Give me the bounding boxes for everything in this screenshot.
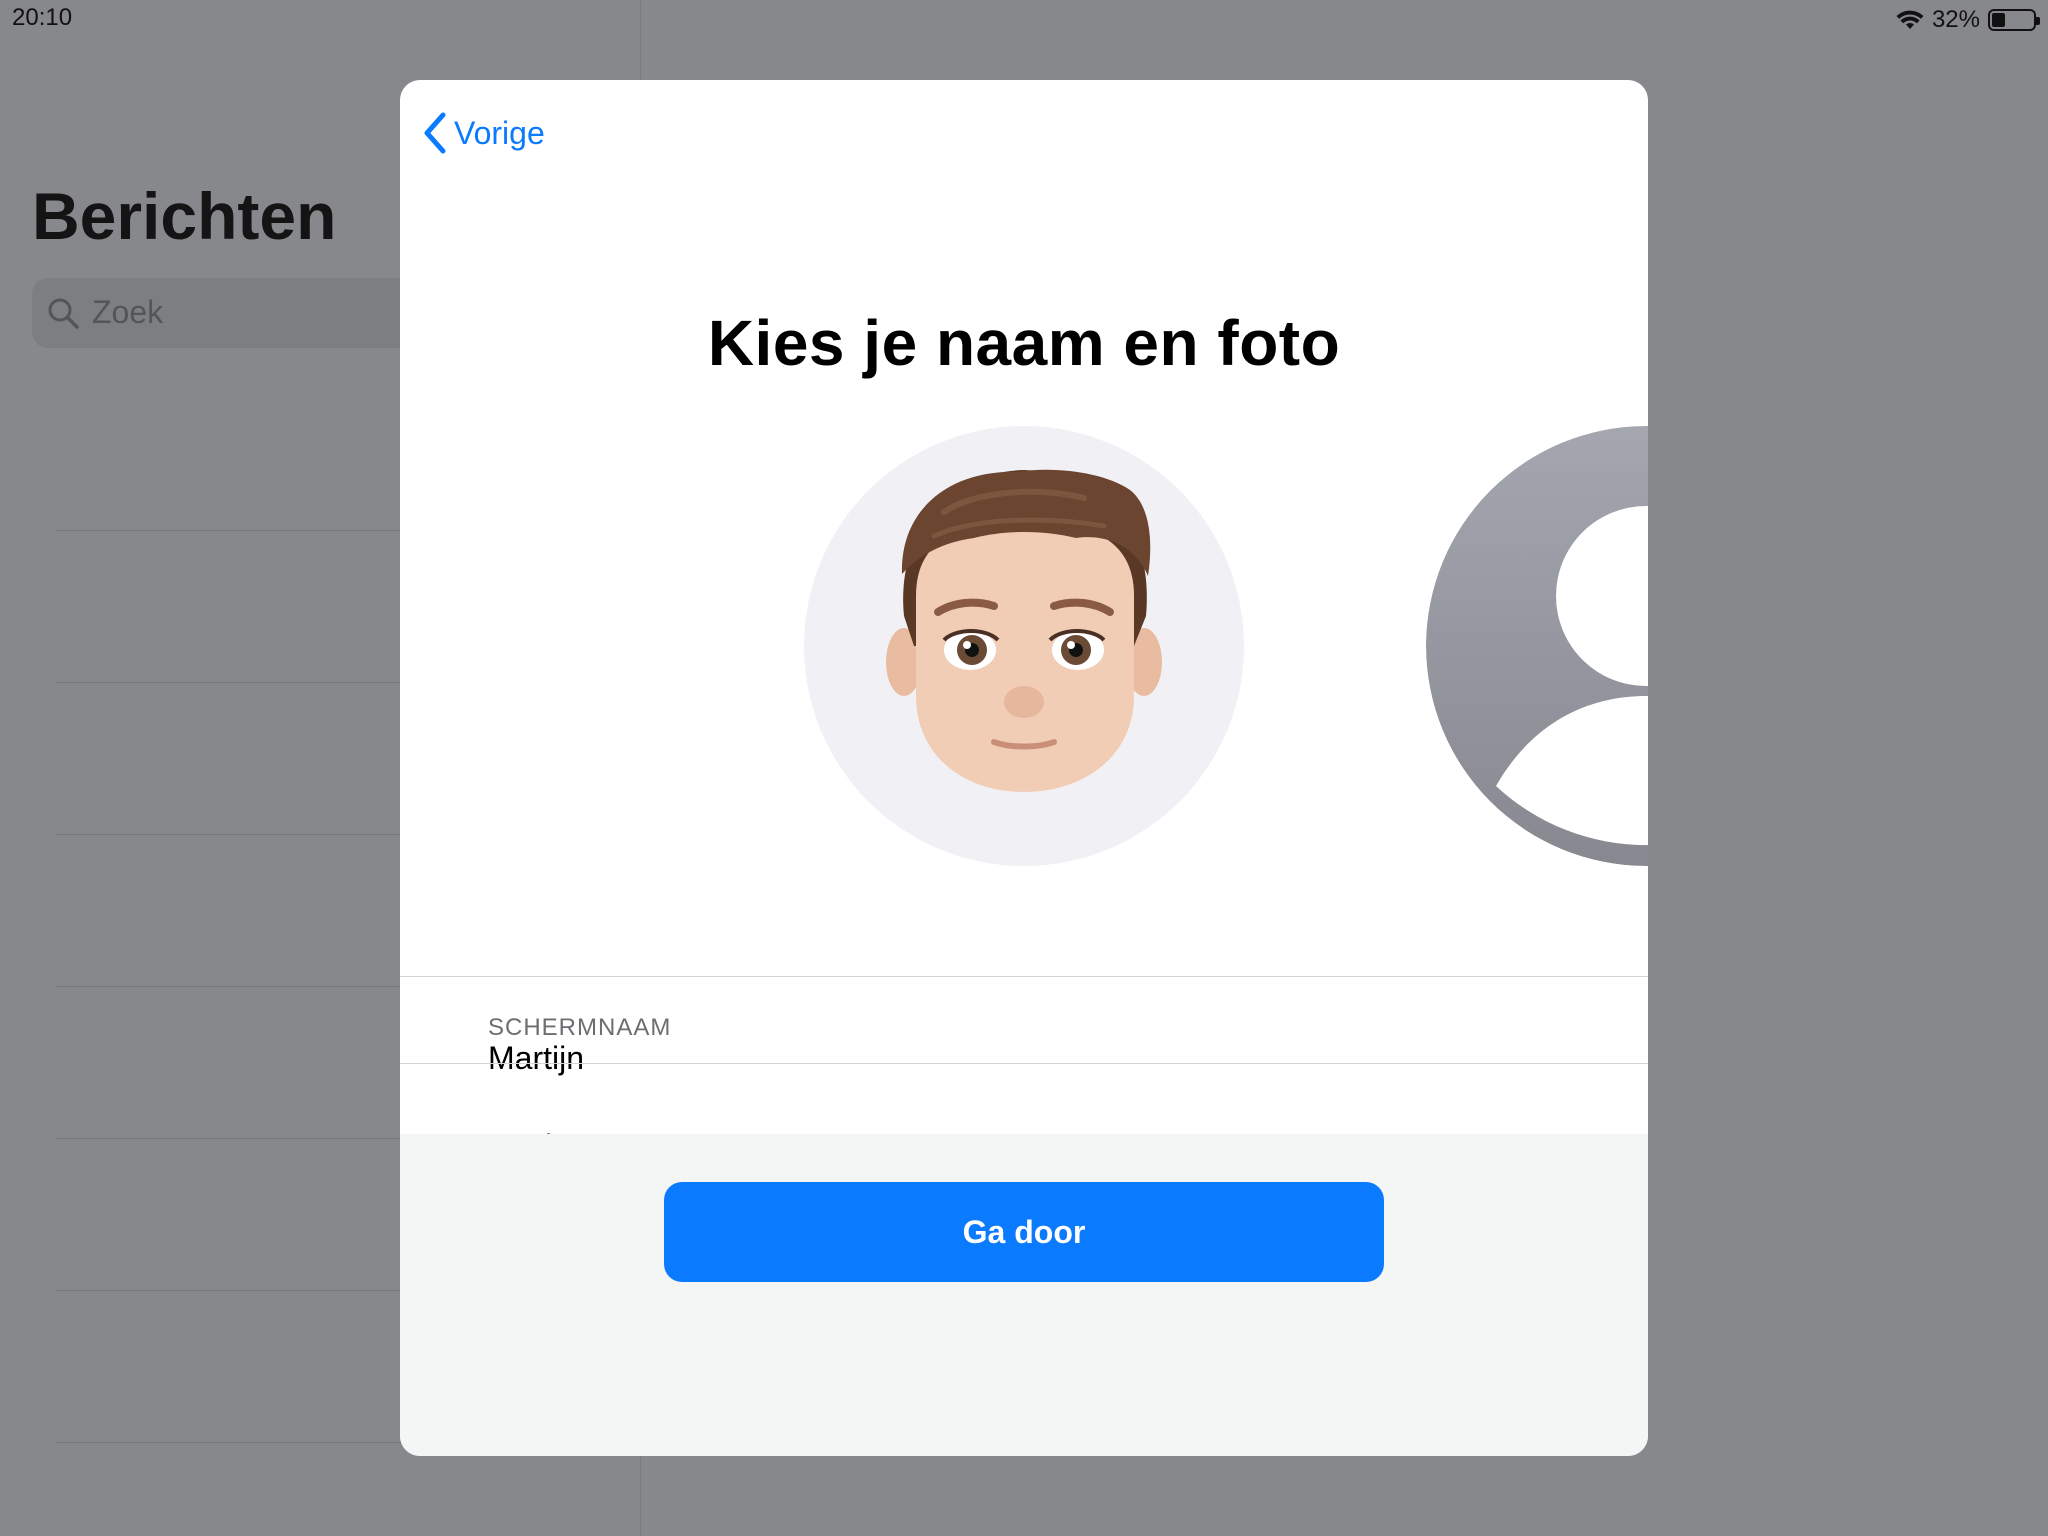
bottom-button-panel: Ga door <box>400 1134 1648 1456</box>
wifi-icon <box>1896 10 1924 29</box>
field-separator <box>400 976 1648 977</box>
battery-icon <box>1988 9 2040 31</box>
back-button-label: Vorige <box>454 114 545 151</box>
default-avatar-option[interactable] <box>1426 426 1648 866</box>
battery-level <box>1992 13 2005 27</box>
first-name-field[interactable]: Martijn <box>488 1018 1588 1098</box>
back-button[interactable]: Vorige <box>422 108 545 158</box>
memoji-avatar-icon <box>886 469 1162 792</box>
person-silhouette-icon <box>1426 426 1648 866</box>
memoji-avatar-option[interactable] <box>804 426 1244 866</box>
battery-percent: 32% <box>1931 6 1980 33</box>
chevron-left-icon <box>424 112 446 154</box>
continue-button[interactable]: Ga door <box>664 1182 1384 1282</box>
field-separator <box>400 1063 1648 1064</box>
status-right: 32% <box>1896 4 2040 36</box>
search-icon <box>48 298 79 329</box>
messages-title: Berichten <box>32 179 337 253</box>
page-title: Kies je naam en foto <box>707 307 1341 379</box>
name-photo-sheet: Vorige Kies je naam en foto SCHERMNAAM M… <box>400 80 1648 1456</box>
search-placeholder: Zoek <box>92 294 164 330</box>
